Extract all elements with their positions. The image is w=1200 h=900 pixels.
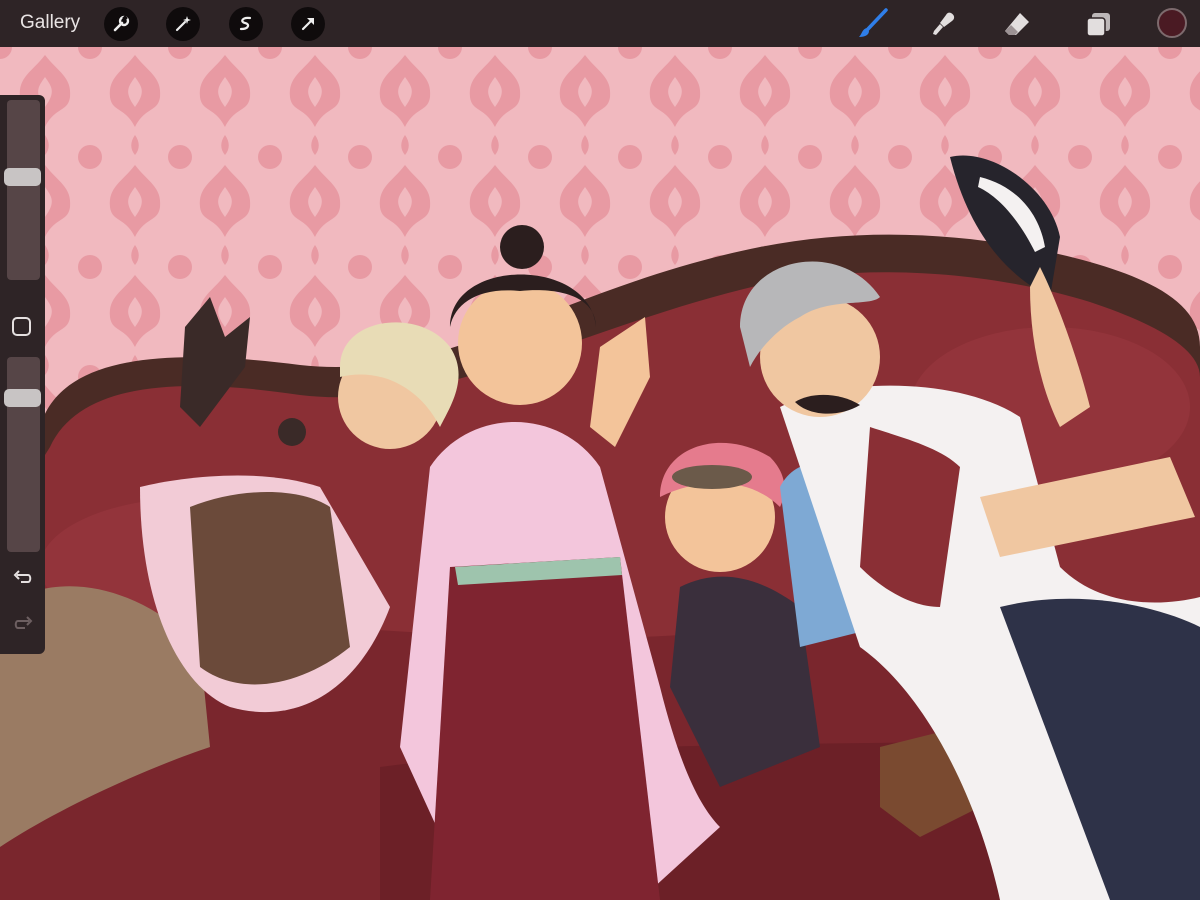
eraser-icon: [1000, 7, 1034, 41]
top-toolbar: Gallery: [0, 0, 1200, 47]
drawing-canvas[interactable]: [0, 47, 1200, 900]
left-sidebar: [0, 95, 45, 654]
wrench-icon: [111, 14, 131, 34]
eraser-button[interactable]: [1000, 7, 1034, 41]
brush-size-slider[interactable]: [7, 100, 40, 280]
gallery-button[interactable]: Gallery: [20, 11, 80, 35]
opacity-thumb[interactable]: [4, 388, 41, 407]
layers-icon: [1082, 7, 1116, 41]
smudge-button[interactable]: [927, 7, 961, 41]
brush-size-thumb[interactable]: [4, 168, 41, 187]
magic-wand-icon: [173, 14, 193, 34]
transform-arrow-icon: [298, 14, 318, 34]
brush-button[interactable]: [856, 7, 890, 41]
redo-icon: [13, 615, 33, 638]
selection-button[interactable]: [229, 7, 263, 41]
selection-icon: [236, 14, 256, 34]
actions-button[interactable]: [104, 7, 138, 41]
transform-button[interactable]: [291, 7, 325, 41]
artwork-illustration: [0, 47, 1200, 900]
adjustments-button[interactable]: [166, 7, 200, 41]
layers-button[interactable]: [1082, 7, 1116, 41]
undo-icon: [13, 569, 33, 592]
redo-button[interactable]: [11, 615, 35, 637]
undo-button[interactable]: [11, 569, 35, 591]
opacity-slider[interactable]: [7, 357, 40, 552]
smudge-icon: [927, 7, 961, 41]
color-picker-button[interactable]: [1157, 8, 1187, 38]
brush-icon: [856, 7, 890, 41]
modify-button[interactable]: [12, 317, 31, 336]
